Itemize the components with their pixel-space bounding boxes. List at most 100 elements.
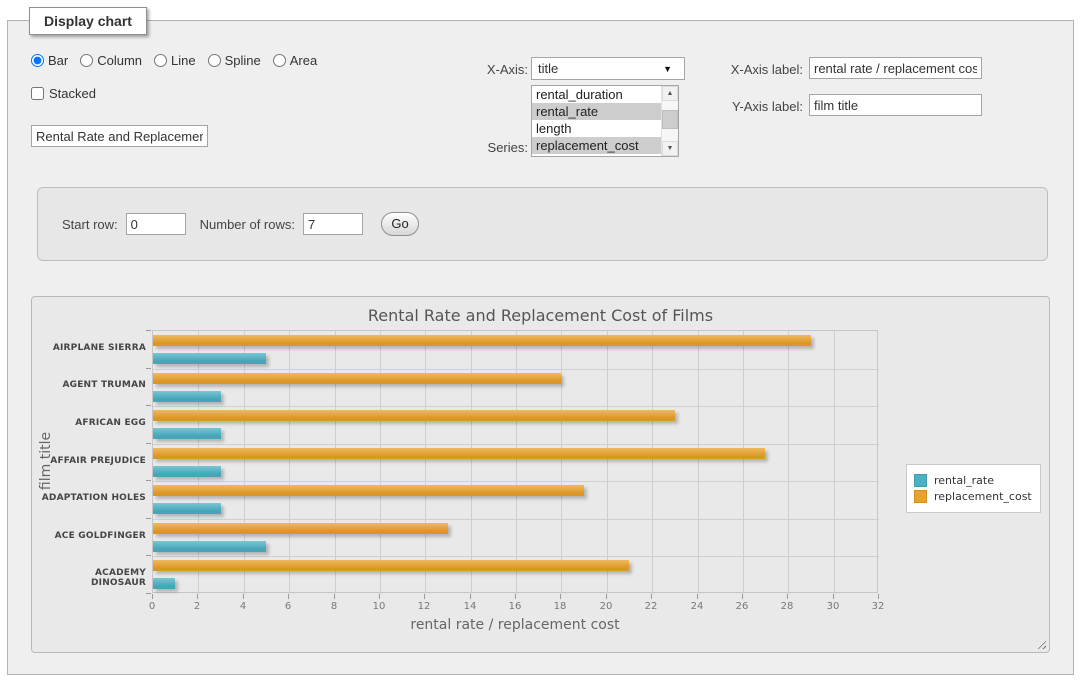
chart-bar-replacement_cost: [153, 448, 765, 459]
chart-type-radio-area[interactable]: [273, 54, 286, 67]
x-tick-label: 18: [545, 601, 575, 612]
chart-gridline: [788, 331, 789, 594]
x-axis-label-input[interactable]: [809, 57, 982, 79]
x-axis-tick: [697, 594, 698, 599]
x-tick-label: 2: [182, 601, 212, 612]
x-tick-label: 0: [137, 601, 167, 612]
scrollbar-thumb[interactable]: [662, 110, 678, 129]
y-axis-tick: [146, 593, 151, 594]
chart-gridline: [153, 556, 879, 557]
chart-type-option-area: Area: [273, 53, 317, 68]
chart-type-label: Bar: [48, 53, 68, 68]
chart-bar-rental_rate: [153, 541, 266, 552]
start-row-input[interactable]: [126, 213, 186, 235]
series-listbox[interactable]: rental_durationrental_ratelengthreplacem…: [531, 85, 679, 157]
chart-gridline: [153, 369, 879, 370]
chart-type-radio-line[interactable]: [154, 54, 167, 67]
scroll-up-icon[interactable]: ▲: [662, 86, 678, 101]
chart-gridline: [607, 331, 608, 594]
y-axis-tick: [146, 555, 151, 556]
chart-gridline: [425, 331, 426, 594]
fieldset-legend: Display chart: [29, 7, 147, 35]
chart-gridline: [471, 331, 472, 594]
x-tick-label: 24: [682, 601, 712, 612]
series-option-length[interactable]: length: [532, 120, 678, 137]
num-rows-input[interactable]: [303, 213, 363, 235]
category-label: ADAPTATION HOLES: [38, 493, 146, 503]
series-option-rental_rate[interactable]: rental_rate: [532, 103, 678, 120]
category-label: AGENT TRUMAN: [38, 380, 146, 390]
series-option-rental_duration[interactable]: rental_duration: [532, 86, 678, 103]
go-button[interactable]: Go: [381, 212, 419, 236]
series-option-replacement_cost[interactable]: replacement_cost: [532, 137, 678, 154]
series-scrollbar[interactable]: ▲ ▼: [661, 86, 678, 156]
stacked-checkbox[interactable]: [31, 87, 44, 100]
legend-item: replacement_cost: [914, 490, 1032, 503]
num-rows-label: Number of rows:: [200, 217, 295, 232]
chart-type-option-spline: Spline: [208, 53, 261, 68]
chart-type-option-column: Column: [80, 53, 142, 68]
legend-label: rental_rate: [934, 474, 994, 487]
chart-type-radio-column[interactable]: [80, 54, 93, 67]
chart-gridline: [516, 331, 517, 594]
chart-bar-replacement_cost: [153, 560, 629, 571]
x-axis-tick: [651, 594, 652, 599]
x-axis-tick: [833, 594, 834, 599]
x-axis-tick: [560, 594, 561, 599]
chart-bar-rental_rate: [153, 503, 221, 514]
chart-type-label: Line: [171, 53, 196, 68]
chart-legend: rental_rate replacement_cost: [906, 464, 1041, 513]
chart-gridline: [652, 331, 653, 594]
chart-bar-rental_rate: [153, 353, 266, 364]
chart-gridline: [153, 406, 879, 407]
legend-swatch: [914, 490, 927, 503]
chart-type-label: Column: [97, 53, 142, 68]
x-axis-tick: [424, 594, 425, 599]
chart-bar-rental_rate: [153, 466, 221, 477]
x-axis-tick: [878, 594, 879, 599]
chart-type-radio-bar[interactable]: [31, 54, 44, 67]
chart-gridline: [289, 331, 290, 594]
chart-gridline: [153, 444, 879, 445]
chart-panel: Rental Rate and Replacement Cost of Film…: [31, 296, 1050, 653]
legend-label: replacement_cost: [934, 490, 1032, 503]
category-label: AIRPLANE SIERRA: [38, 343, 146, 353]
chart-gridline: [698, 331, 699, 594]
chart-bar-replacement_cost: [153, 335, 811, 346]
chart-gridline: [335, 331, 336, 594]
x-axis-tick: [334, 594, 335, 599]
chart-title-input[interactable]: [31, 125, 208, 147]
chart-type-radio-spline[interactable]: [208, 54, 221, 67]
chart-bar-rental_rate: [153, 428, 221, 439]
resize-handle-icon[interactable]: [1035, 638, 1046, 649]
legend-item: rental_rate: [914, 474, 1032, 487]
chart-gridline: [380, 331, 381, 594]
x-axis-tick: [787, 594, 788, 599]
x-axis-field-label: X-Axis label:: [708, 62, 803, 77]
chart-x-axis-title: rental rate / replacement cost: [152, 617, 878, 633]
x-tick-label: 22: [636, 601, 666, 612]
chart-gridline: [153, 519, 879, 520]
scroll-down-icon[interactable]: ▼: [662, 141, 678, 156]
series-options: rental_durationrental_ratelengthreplacem…: [532, 86, 678, 154]
x-tick-label: 14: [455, 601, 485, 612]
x-axis-tick: [243, 594, 244, 599]
x-axis-tick: [606, 594, 607, 599]
category-label: ACADEMY DINOSAUR: [38, 568, 146, 588]
x-axis-select[interactable]: title ▼: [531, 57, 685, 80]
x-axis-tick: [515, 594, 516, 599]
chart-gridline: [153, 481, 879, 482]
x-tick-label: 16: [500, 601, 530, 612]
chart-gridline: [244, 331, 245, 594]
chart-bar-rental_rate: [153, 578, 175, 589]
dropdown-arrow-icon: ▼: [663, 64, 678, 74]
x-tick-label: 20: [591, 601, 621, 612]
y-axis-tick: [146, 443, 151, 444]
x-tick-label: 26: [727, 601, 757, 612]
x-tick-label: 32: [863, 601, 893, 612]
y-axis-label-input[interactable]: [809, 94, 982, 116]
chart-bar-rental_rate: [153, 391, 221, 402]
y-axis-tick: [146, 480, 151, 481]
category-label: AFFAIR PREJUDICE: [38, 456, 146, 466]
chart-gridline: [743, 331, 744, 594]
